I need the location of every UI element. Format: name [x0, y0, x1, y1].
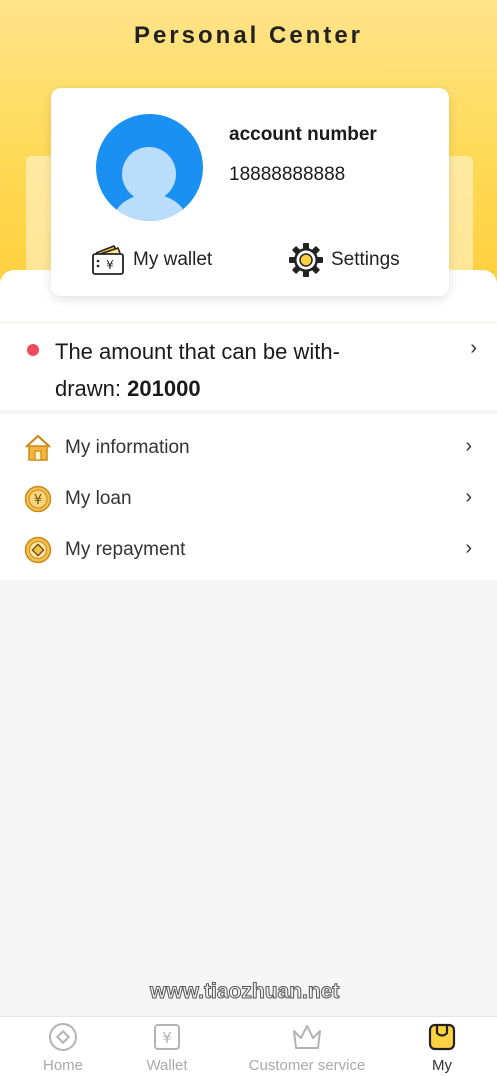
menu-item-my-information[interactable]: My information › [0, 422, 497, 473]
tab-label: Home [42, 1057, 83, 1074]
chevron-right-icon: › [470, 337, 477, 359]
bottom-tab-bar: Home ¥ Wallet Customer service My [0, 1016, 497, 1076]
svg-text:¥: ¥ [106, 258, 114, 272]
house-icon [24, 434, 52, 462]
coin-icon [24, 536, 52, 564]
withdraw-amount: 201000 [127, 376, 201, 401]
crown-icon [291, 1021, 323, 1053]
tab-customer-service[interactable]: Customer service [246, 1021, 368, 1076]
my-wallet-button[interactable]: ¥ My wallet [89, 240, 212, 280]
status-dot [27, 344, 39, 356]
avatar-head [122, 147, 176, 201]
account-label: account number [229, 124, 377, 145]
menu-list: My information › ¥ My loan › My repaymen… [0, 414, 497, 580]
my-wallet-label: My wallet [133, 249, 213, 270]
tab-wallet[interactable]: ¥ Wallet [144, 1021, 190, 1076]
home-diamond-icon [48, 1021, 78, 1053]
menu-item-my-loan[interactable]: ¥ My loan › [0, 473, 497, 524]
svg-text:¥: ¥ [34, 493, 42, 508]
wallet-icon: ¥ [89, 241, 127, 279]
my-pocket-icon [427, 1021, 457, 1053]
settings-label: Settings [331, 249, 400, 270]
yuan-coin-icon: ¥ [24, 485, 52, 513]
gear-icon [287, 241, 325, 279]
chevron-right-icon: › [465, 537, 472, 559]
tab-my[interactable]: My [420, 1021, 464, 1076]
avatar-shoulders [112, 194, 188, 221]
yuan-box-icon: ¥ [152, 1021, 182, 1053]
withdraw-text: The amount that can be with-drawn: 20100… [55, 333, 385, 407]
menu-item-label: My repayment [65, 538, 186, 560]
account-number: 18888888888 [229, 164, 346, 185]
menu-item-label: My loan [65, 487, 132, 509]
chevron-right-icon: › [465, 486, 472, 508]
tab-home[interactable]: Home [40, 1021, 86, 1076]
tab-label: My [432, 1057, 452, 1074]
page-title: Personal Center [133, 22, 364, 49]
withdraw-amount-row[interactable]: The amount that can be with-drawn: 20100… [0, 322, 497, 410]
profile-card: account number 18888888888 ¥ My wallet S… [51, 88, 449, 296]
chevron-right-icon: › [465, 435, 472, 457]
tab-label: Wallet [146, 1057, 188, 1074]
watermark: www.tiaozhuan.net [149, 980, 340, 1004]
settings-button[interactable]: Settings [287, 240, 400, 280]
menu-item-my-repayment[interactable]: My repayment › [0, 524, 497, 575]
avatar[interactable] [96, 114, 203, 221]
tab-label: Customer service [248, 1057, 366, 1074]
menu-item-label: My information [65, 436, 190, 458]
svg-text:¥: ¥ [162, 1029, 172, 1047]
